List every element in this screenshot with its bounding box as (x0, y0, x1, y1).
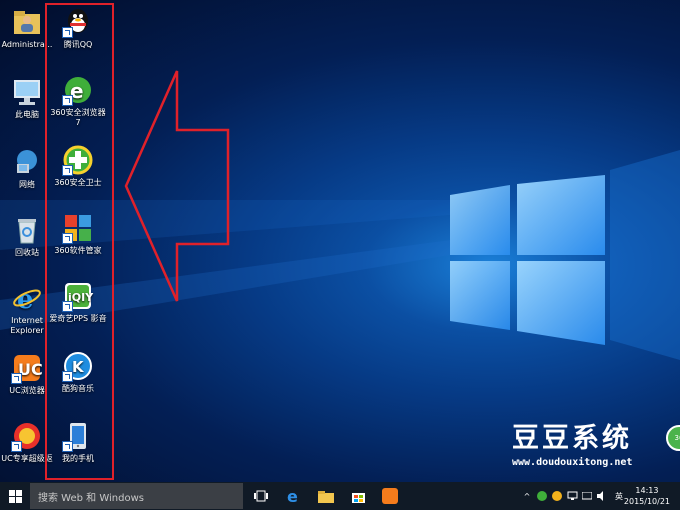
recycle-bin-icon (11, 214, 43, 246)
taskbar-uc-button[interactable] (376, 482, 404, 510)
left-arrow-annotation (124, 70, 230, 302)
clock-time: 14:13 (635, 486, 659, 495)
shortcut-arrow-icon (11, 373, 22, 384)
uc-browser-icon (382, 488, 398, 504)
svg-text:e: e (287, 488, 298, 504)
chevron-up-icon: ^ (523, 491, 531, 501)
windows-logo-wallpaper (450, 175, 605, 345)
windows-start-icon (8, 489, 22, 503)
store-icon (351, 492, 365, 503)
internet-explorer-icon: e (11, 282, 43, 315)
svg-text:e: e (17, 285, 34, 314)
taskbar-edge-button[interactable]: e (280, 482, 308, 510)
folder-user-icon (11, 6, 43, 38)
taskbar: 搜索 Web 和 Windows e ^ 英 14:13 2015/10/21 (0, 482, 680, 510)
tray-360-button[interactable] (535, 482, 549, 510)
shortcut-arrow-icon (11, 441, 22, 452)
tray-app-button[interactable] (550, 482, 564, 510)
360-tray-icon (537, 491, 547, 501)
watermark: 豆豆系统 www.doudouxitong.net (512, 416, 632, 468)
message-icon (582, 491, 592, 499)
computer-icon (11, 76, 43, 108)
clock-date: 2015/10/21 (623, 497, 670, 506)
ime-indicator: 英 (615, 491, 623, 501)
tray-app-icon (552, 491, 562, 501)
desktop[interactable]: Administra... 此电脑 网络 回收站 e Internet Expl… (0, 0, 680, 482)
task-view-button[interactable] (248, 482, 274, 510)
taskbar-store-button[interactable] (344, 482, 372, 510)
uc-browser-icon: UC (11, 352, 43, 384)
network-icon (11, 146, 43, 178)
uc-rebate-icon (11, 420, 43, 452)
tray-network-button[interactable] (565, 482, 579, 510)
clock[interactable]: 14:13 2015/10/21 (624, 485, 670, 507)
tray-message-button[interactable] (580, 482, 594, 510)
tray-volume-button[interactable] (595, 482, 609, 510)
folder-icon (318, 490, 334, 503)
watermark-title: 豆豆系统 (512, 423, 632, 454)
start-button[interactable] (0, 482, 30, 510)
volume-icon (597, 491, 603, 501)
task-view-icon (254, 490, 268, 502)
watermark-url: www.doudouxitong.net (512, 457, 633, 468)
search-placeholder: 搜索 Web 和 Windows (38, 492, 144, 504)
tray-overflow-button[interactable]: ^ (520, 482, 534, 510)
search-box[interactable]: 搜索 Web 和 Windows (30, 483, 243, 509)
highlight-box (45, 3, 114, 480)
taskbar-explorer-button[interactable] (312, 482, 340, 510)
network-tray-icon (567, 491, 577, 500)
edge-icon: e (287, 488, 298, 504)
